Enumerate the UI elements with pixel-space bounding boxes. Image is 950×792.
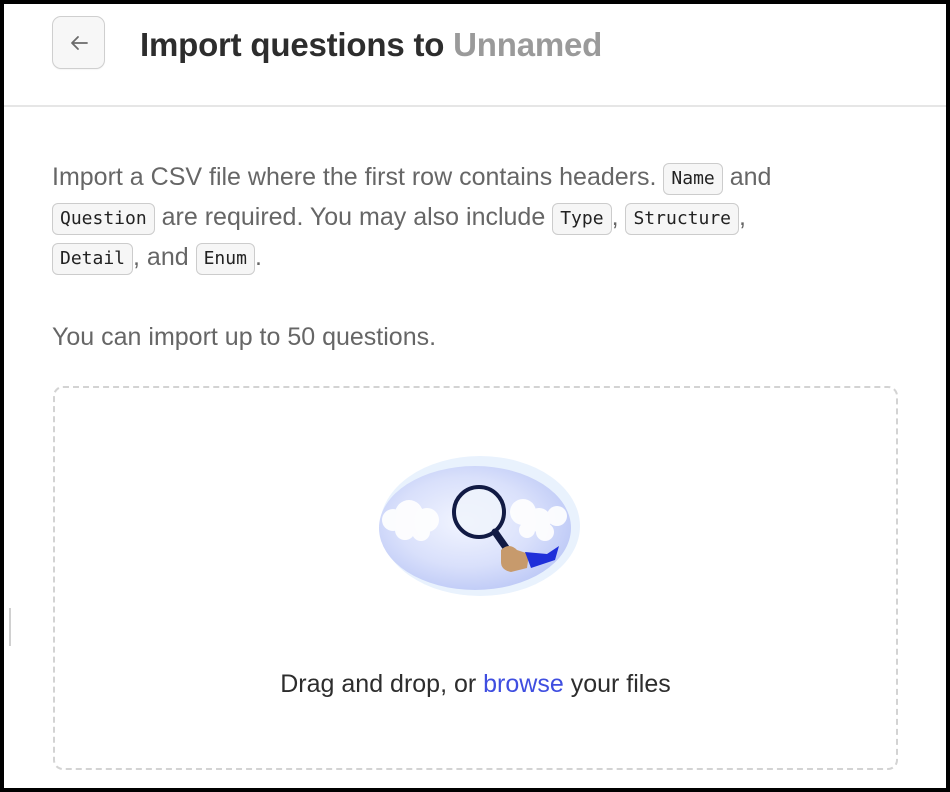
- instructions-text: ,: [739, 203, 746, 231]
- instructions-text: Import a CSV file where the first row co…: [52, 163, 657, 191]
- import-dialog: Import questions to Unnamed Import a CSV…: [0, 0, 950, 792]
- field-code-question: Question: [52, 203, 155, 235]
- file-dropzone[interactable]: Drag and drop, or browse your files: [53, 386, 898, 770]
- instructions-text: .: [254, 243, 262, 271]
- field-code-name: Name: [663, 163, 723, 195]
- title-prefix: Import questions to: [140, 26, 445, 63]
- field-code-detail: Detail: [52, 243, 134, 275]
- dropzone-text-before: Drag and drop, or: [280, 670, 477, 698]
- arrow-left-icon: [70, 35, 88, 50]
- instructions-text: are required. You may also include: [161, 203, 546, 231]
- dropzone-text: Drag and drop, or browse your files: [55, 666, 896, 702]
- field-code-type: Type: [552, 203, 612, 235]
- field-code-structure: Structure: [625, 203, 740, 235]
- window-edge-mark: [9, 608, 11, 646]
- title-target: Unnamed: [453, 26, 603, 63]
- instructions-text: and: [729, 163, 772, 191]
- import-limit-text: You can import up to 50 questions.: [52, 323, 437, 351]
- dropzone-text-after: your files: [570, 670, 671, 698]
- browse-link[interactable]: browse: [483, 670, 564, 698]
- back-button[interactable]: [52, 16, 105, 69]
- import-instructions: Import a CSV file where the first row co…: [52, 157, 912, 277]
- instructions-text: ,: [611, 203, 619, 231]
- magnifying-glass-illustration: [379, 456, 580, 596]
- header: Import questions to Unnamed: [4, 4, 946, 107]
- field-code-enum: Enum: [195, 243, 255, 275]
- instructions-text: , and: [133, 243, 189, 271]
- page-title: Import questions to Unnamed: [140, 24, 602, 66]
